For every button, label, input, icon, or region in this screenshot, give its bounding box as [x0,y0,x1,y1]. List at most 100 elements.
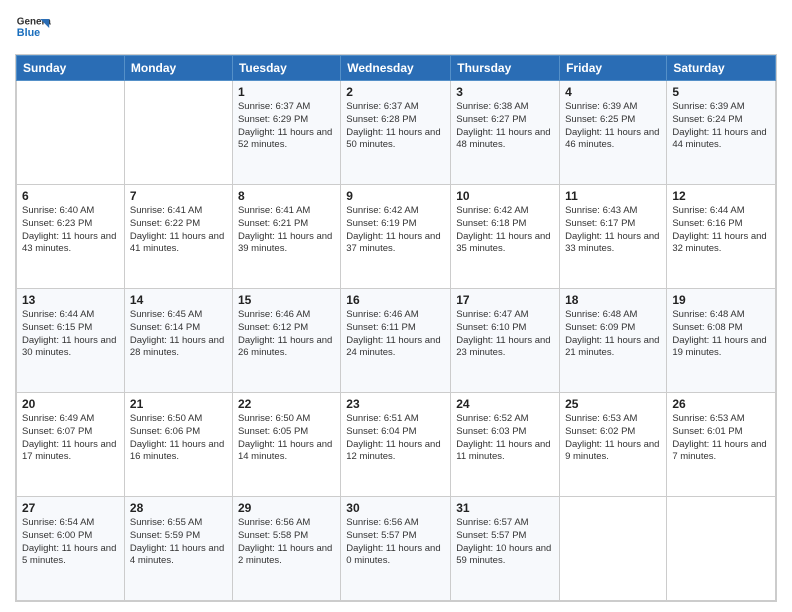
day-number: 16 [346,293,445,307]
day-number: 2 [346,85,445,99]
cell-content: Sunrise: 6:37 AM Sunset: 6:28 PM Dayligh… [346,101,445,152]
day-of-week-header: Thursday [451,56,560,81]
cell-content: Sunrise: 6:53 AM Sunset: 6:02 PM Dayligh… [565,413,661,464]
calendar-cell: 5 Sunrise: 6:39 AM Sunset: 6:24 PM Daylig… [667,81,776,185]
cell-content: Sunrise: 6:45 AM Sunset: 6:14 PM Dayligh… [130,309,227,360]
calendar-cell [560,497,667,601]
cell-content: Sunrise: 6:42 AM Sunset: 6:19 PM Dayligh… [346,205,445,256]
calendar-cell: 28 Sunrise: 6:55 AM Sunset: 5:59 PM Dayli… [124,497,232,601]
logo: General Blue [15,10,55,46]
calendar-cell: 4Sunrise: 6:39 AM Sunset: 6:25 PM Daylig… [560,81,667,185]
day-number: 5 [672,85,770,99]
day-of-week-header: Tuesday [232,56,340,81]
day-of-week-header: Friday [560,56,667,81]
calendar-week-row: 1 Sunrise: 6:37 AM Sunset: 6:29 PM Daylig… [17,81,776,185]
calendar-cell: 1 Sunrise: 6:37 AM Sunset: 6:29 PM Daylig… [232,81,340,185]
calendar-cell: 2 Sunrise: 6:37 AM Sunset: 6:28 PM Daylig… [341,81,451,185]
calendar-cell: 12 Sunrise: 6:44 AM Sunset: 6:16 PM Dayli… [667,185,776,289]
day-number: 15 [238,293,335,307]
cell-content: Sunrise: 6:53 AM Sunset: 6:01 PM Dayligh… [672,413,770,464]
calendar: SundayMondayTuesdayWednesdayThursdayFrid… [15,54,777,602]
cell-content: Sunrise: 6:37 AM Sunset: 6:29 PM Dayligh… [238,101,335,152]
day-number: 17 [456,293,554,307]
day-number: 23 [346,397,445,411]
cell-content: Sunrise: 6:41 AM Sunset: 6:22 PM Dayligh… [130,205,227,256]
calendar-cell: 23 Sunrise: 6:51 AM Sunset: 6:04 PM Dayli… [341,393,451,497]
calendar-cell: 21 Sunrise: 6:50 AM Sunset: 6:06 PM Dayli… [124,393,232,497]
calendar-cell: 6Sunrise: 6:40 AM Sunset: 6:23 PM Daylig… [17,185,125,289]
day-number: 10 [456,189,554,203]
calendar-cell: 20 Sunrise: 6:49 AM Sunset: 6:07 PM Dayli… [17,393,125,497]
cell-content: Sunrise: 6:46 AM Sunset: 6:11 PM Dayligh… [346,309,445,360]
calendar-cell: 15 Sunrise: 6:46 AM Sunset: 6:12 PM Dayli… [232,289,340,393]
cell-content: Sunrise: 6:48 AM Sunset: 6:09 PM Dayligh… [565,309,661,360]
calendar-cell: 8Sunrise: 6:41 AM Sunset: 6:21 PM Daylig… [232,185,340,289]
day-of-week-header: Wednesday [341,56,451,81]
cell-content: Sunrise: 6:54 AM Sunset: 6:00 PM Dayligh… [22,517,119,568]
calendar-cell: 19Sunrise: 6:48 AM Sunset: 6:08 PM Dayli… [667,289,776,393]
day-number: 24 [456,397,554,411]
cell-content: Sunrise: 6:44 AM Sunset: 6:15 PM Dayligh… [22,309,119,360]
calendar-cell: 29Sunrise: 6:56 AM Sunset: 5:58 PM Dayli… [232,497,340,601]
calendar-week-row: 27Sunrise: 6:54 AM Sunset: 6:00 PM Dayli… [17,497,776,601]
calendar-cell: 9 Sunrise: 6:42 AM Sunset: 6:19 PM Daylig… [341,185,451,289]
calendar-cell: 24Sunrise: 6:52 AM Sunset: 6:03 PM Dayli… [451,393,560,497]
day-number: 22 [238,397,335,411]
day-number: 9 [346,189,445,203]
calendar-week-row: 13 Sunrise: 6:44 AM Sunset: 6:15 PM Dayli… [17,289,776,393]
calendar-cell: 7 Sunrise: 6:41 AM Sunset: 6:22 PM Daylig… [124,185,232,289]
day-number: 8 [238,189,335,203]
day-of-week-header: Sunday [17,56,125,81]
calendar-cell [17,81,125,185]
calendar-cell: 17 Sunrise: 6:47 AM Sunset: 6:10 PM Dayli… [451,289,560,393]
calendar-cell: 31 Sunrise: 6:57 AM Sunset: 5:57 PM Dayli… [451,497,560,601]
day-number: 20 [22,397,119,411]
calendar-cell: 10 Sunrise: 6:42 AM Sunset: 6:18 PM Dayli… [451,185,560,289]
cell-content: Sunrise: 6:50 AM Sunset: 6:06 PM Dayligh… [130,413,227,464]
calendar-cell: 13 Sunrise: 6:44 AM Sunset: 6:15 PM Dayli… [17,289,125,393]
calendar-cell: 3 Sunrise: 6:38 AM Sunset: 6:27 PM Daylig… [451,81,560,185]
day-number: 18 [565,293,661,307]
page: General Blue SundayMondayTuesdayWednesda… [0,0,792,612]
day-number: 13 [22,293,119,307]
cell-content: Sunrise: 6:38 AM Sunset: 6:27 PM Dayligh… [456,101,554,152]
cell-content: Sunrise: 6:39 AM Sunset: 6:25 PM Dayligh… [565,101,661,152]
day-number: 25 [565,397,661,411]
cell-content: Sunrise: 6:46 AM Sunset: 6:12 PM Dayligh… [238,309,335,360]
cell-content: Sunrise: 6:50 AM Sunset: 6:05 PM Dayligh… [238,413,335,464]
svg-text:Blue: Blue [17,27,40,39]
day-number: 12 [672,189,770,203]
cell-content: Sunrise: 6:40 AM Sunset: 6:23 PM Dayligh… [22,205,119,256]
calendar-cell: 30Sunrise: 6:56 AM Sunset: 5:57 PM Dayli… [341,497,451,601]
cell-content: Sunrise: 6:51 AM Sunset: 6:04 PM Dayligh… [346,413,445,464]
cell-content: Sunrise: 6:39 AM Sunset: 6:24 PM Dayligh… [672,101,770,152]
day-number: 1 [238,85,335,99]
calendar-cell: 16 Sunrise: 6:46 AM Sunset: 6:11 PM Dayli… [341,289,451,393]
cell-content: Sunrise: 6:42 AM Sunset: 6:18 PM Dayligh… [456,205,554,256]
cell-content: Sunrise: 6:57 AM Sunset: 5:57 PM Dayligh… [456,517,554,568]
day-of-week-header: Saturday [667,56,776,81]
day-number: 11 [565,189,661,203]
day-number: 14 [130,293,227,307]
day-number: 19 [672,293,770,307]
day-number: 29 [238,501,335,515]
days-of-week-row: SundayMondayTuesdayWednesdayThursdayFrid… [17,56,776,81]
day-number: 3 [456,85,554,99]
cell-content: Sunrise: 6:47 AM Sunset: 6:10 PM Dayligh… [456,309,554,360]
day-number: 31 [456,501,554,515]
calendar-cell: 26Sunrise: 6:53 AM Sunset: 6:01 PM Dayli… [667,393,776,497]
calendar-cell: 27Sunrise: 6:54 AM Sunset: 6:00 PM Dayli… [17,497,125,601]
day-of-week-header: Monday [124,56,232,81]
calendar-cell: 22 Sunrise: 6:50 AM Sunset: 6:05 PM Dayli… [232,393,340,497]
calendar-cell [667,497,776,601]
day-number: 28 [130,501,227,515]
cell-content: Sunrise: 6:44 AM Sunset: 6:16 PM Dayligh… [672,205,770,256]
calendar-cell: 18 Sunrise: 6:48 AM Sunset: 6:09 PM Dayli… [560,289,667,393]
calendar-cell: 14 Sunrise: 6:45 AM Sunset: 6:14 PM Dayli… [124,289,232,393]
cell-content: Sunrise: 6:55 AM Sunset: 5:59 PM Dayligh… [130,517,227,568]
day-number: 21 [130,397,227,411]
cell-content: Sunrise: 6:43 AM Sunset: 6:17 PM Dayligh… [565,205,661,256]
cell-content: Sunrise: 6:49 AM Sunset: 6:07 PM Dayligh… [22,413,119,464]
day-number: 7 [130,189,227,203]
calendar-cell [124,81,232,185]
